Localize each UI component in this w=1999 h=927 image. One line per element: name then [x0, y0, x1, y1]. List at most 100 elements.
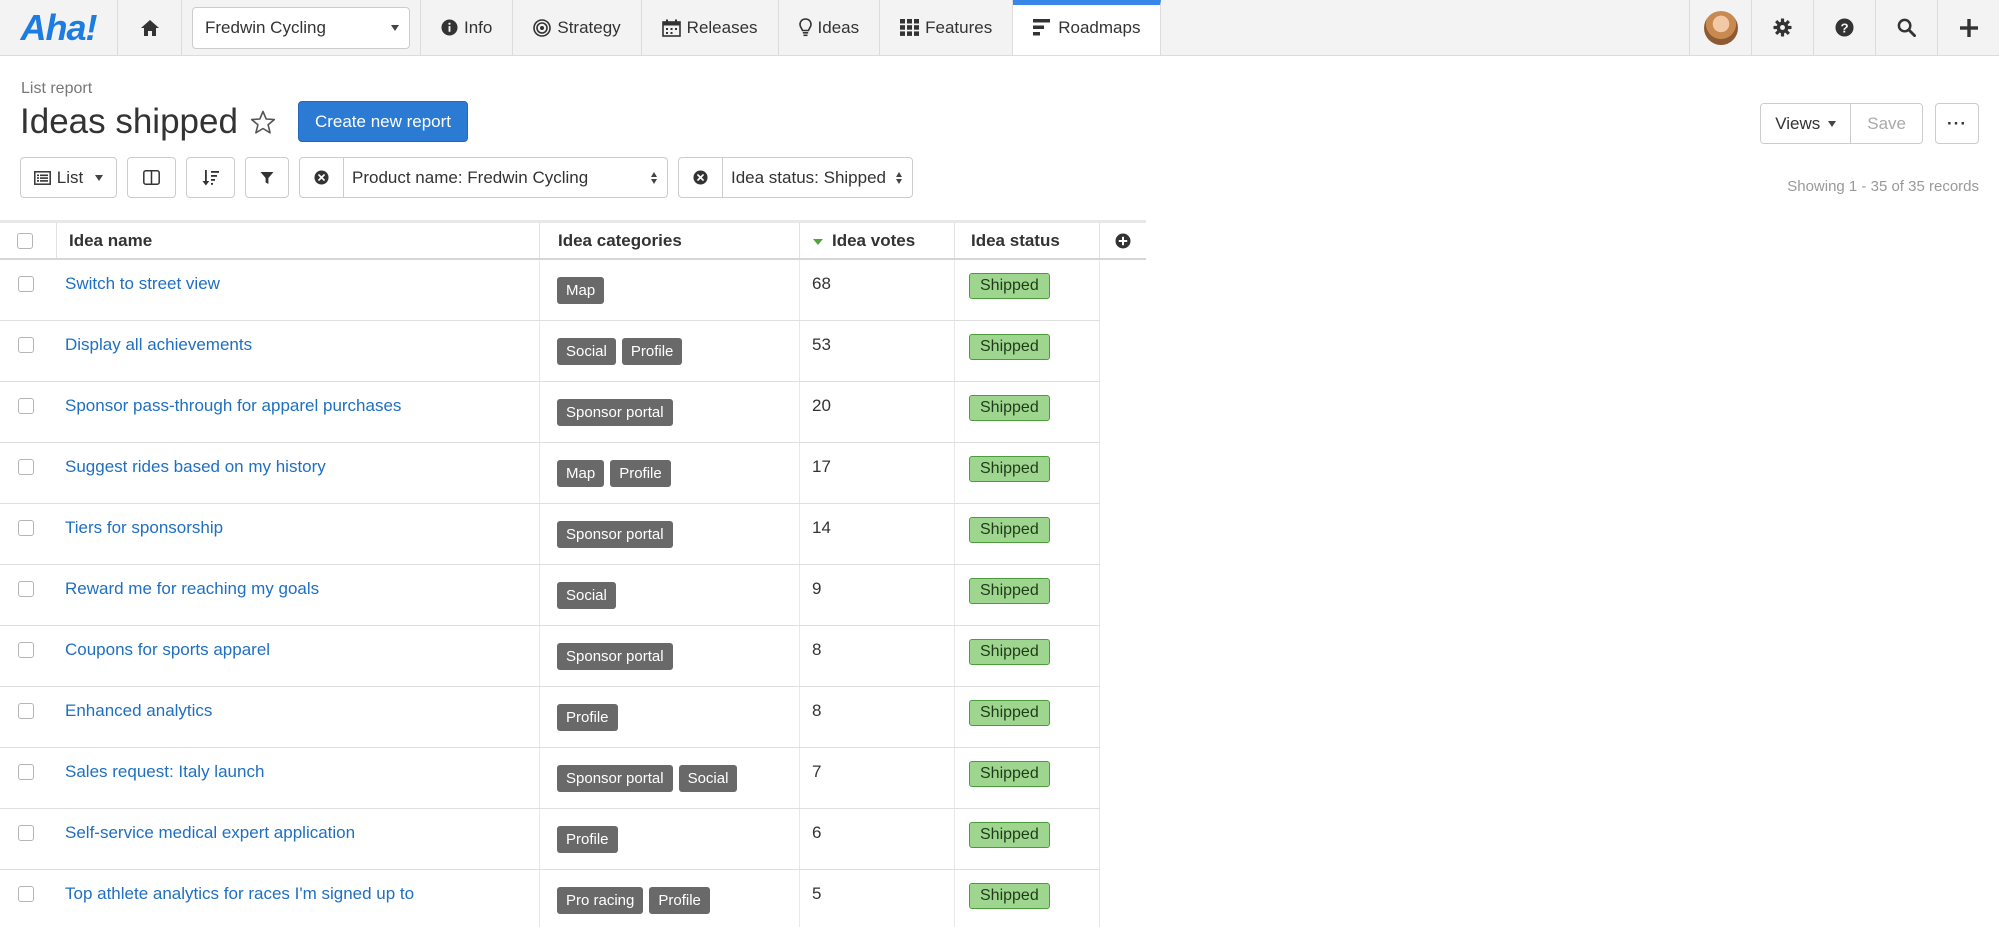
column-header-idea-votes[interactable]: Idea votes: [800, 223, 955, 258]
table-row[interactable]: Sponsor pass-through for apparel purchas…: [0, 382, 1100, 443]
product-filter[interactable]: Product name: Fredwin Cycling: [299, 157, 668, 198]
row-checkbox[interactable]: [17, 825, 34, 841]
views-button[interactable]: Views: [1761, 104, 1852, 143]
search-button[interactable]: [1875, 0, 1937, 55]
idea-status-cell: Shipped: [955, 809, 1100, 869]
votes-value: 8: [812, 640, 822, 659]
row-checkbox[interactable]: [17, 886, 34, 902]
idea-name-link[interactable]: Reward me for reaching my goals: [65, 579, 319, 625]
row-select-cell: [0, 809, 57, 869]
table-row[interactable]: Enhanced analytics Profile 8 Shipped: [0, 687, 1100, 748]
category-tag: Social: [678, 765, 738, 792]
idea-name-cell: Suggest rides based on my history: [57, 443, 540, 503]
table-row[interactable]: Reward me for reaching my goals Social 9 Sh…: [0, 565, 1100, 626]
table-row[interactable]: Tiers for sponsorship Sponsor portal 14 Shi…: [0, 504, 1100, 565]
add-button[interactable]: [1937, 0, 1999, 55]
sort-button[interactable]: [186, 157, 235, 198]
idea-name-link[interactable]: Tiers for sponsorship: [65, 518, 223, 564]
status-filter-select[interactable]: Idea status: Shipped: [723, 158, 912, 197]
table-row[interactable]: Self-service medical expert application P…: [0, 809, 1100, 870]
category-tag: Social: [557, 338, 616, 365]
workspace-select[interactable]: Fredwin Cycling: [192, 6, 410, 49]
more-options-button[interactable]: ···: [1935, 103, 1979, 144]
filter-button[interactable]: [245, 157, 289, 198]
tab-features[interactable]: Features: [880, 0, 1014, 55]
idea-votes-cell: 6: [800, 809, 955, 869]
idea-name-link[interactable]: Sponsor pass-through for apparel purchas…: [65, 396, 401, 442]
idea-name-link[interactable]: Self-service medical expert application: [65, 823, 355, 869]
tab-strategy[interactable]: Strategy: [513, 0, 642, 55]
idea-name-link[interactable]: Display all achievements: [65, 335, 252, 381]
votes-value: 53: [812, 335, 831, 354]
chevron-down-icon: [391, 24, 399, 31]
idea-votes-cell: 5: [800, 870, 955, 927]
column-header-idea-name[interactable]: Idea name: [57, 223, 540, 258]
select-all-cell: [0, 223, 57, 258]
row-checkbox[interactable]: [17, 337, 34, 353]
row-checkbox[interactable]: [17, 398, 34, 414]
save-button[interactable]: Save: [1851, 104, 1922, 143]
status-badge: Shipped: [969, 273, 1050, 299]
idea-name-cell: Sponsor pass-through for apparel purchas…: [57, 382, 540, 442]
add-column-button[interactable]: [1100, 223, 1146, 258]
workspace-selector-container: Fredwin Cycling: [182, 0, 421, 55]
remove-filter-button[interactable]: [679, 158, 723, 197]
row-checkbox[interactable]: [17, 703, 34, 719]
columns-button[interactable]: [127, 157, 176, 198]
tab-ideas[interactable]: Ideas: [779, 0, 881, 55]
star-icon[interactable]: [250, 110, 276, 135]
remove-filter-button[interactable]: [300, 158, 344, 197]
row-checkbox[interactable]: [17, 459, 34, 475]
select-all-checkbox[interactable]: [17, 232, 33, 249]
chevron-down-icon: [95, 174, 104, 181]
table-row[interactable]: Switch to street view Map 68 Shipped: [0, 260, 1100, 321]
ideas-table: Idea name Idea categories Idea votes Ide…: [0, 220, 1146, 927]
create-new-report-button[interactable]: Create new report: [297, 101, 469, 142]
idea-name-link[interactable]: Enhanced analytics: [65, 701, 212, 747]
idea-status-cell: Shipped: [955, 260, 1100, 320]
row-checkbox[interactable]: [17, 276, 34, 292]
settings-button[interactable]: [1751, 0, 1813, 55]
idea-name-link[interactable]: Top athlete analytics for races I'm sign…: [65, 884, 414, 927]
idea-name-link[interactable]: Sales request: Italy launch: [65, 762, 264, 808]
close-circle-icon: [693, 170, 708, 185]
help-button[interactable]: ?: [1813, 0, 1875, 55]
table-row[interactable]: Sales request: Italy launch Sponsor porta…: [0, 748, 1100, 809]
idea-name-cell: Coupons for sports apparel: [57, 626, 540, 686]
row-checkbox[interactable]: [17, 520, 34, 536]
list-icon: [33, 170, 51, 185]
tab-info[interactable]: Info: [421, 0, 514, 55]
tab-releases[interactable]: Releases: [642, 0, 779, 55]
idea-name-link[interactable]: Suggest rides based on my history: [65, 457, 326, 503]
tab-roadmaps[interactable]: Roadmaps: [1013, 0, 1162, 55]
idea-votes-cell: 53: [800, 321, 955, 381]
column-header-idea-categories[interactable]: Idea categories: [540, 223, 800, 258]
idea-name-link[interactable]: Switch to street view: [65, 274, 220, 320]
user-menu[interactable]: [1689, 0, 1751, 55]
idea-status-cell: Shipped: [955, 870, 1100, 927]
funnel-icon: [260, 171, 274, 184]
table-row[interactable]: Top athlete analytics for races I'm sign…: [0, 870, 1100, 927]
home-icon: [140, 19, 159, 36]
idea-name-link[interactable]: Coupons for sports apparel: [65, 640, 270, 686]
table-row[interactable]: Suggest rides based on my history Map Prof…: [0, 443, 1100, 504]
title-row: Ideas shipped Create new report: [20, 101, 469, 142]
product-filter-select[interactable]: Product name: Fredwin Cycling: [344, 158, 667, 197]
row-checkbox[interactable]: [17, 581, 34, 597]
table-body: Switch to street view Map 68 Shipped Display…: [0, 260, 1146, 927]
status-badge: Shipped: [969, 334, 1050, 360]
table-row[interactable]: Coupons for sports apparel Sponsor portal…: [0, 626, 1100, 687]
table-row[interactable]: Display all achievements Social Profile 53 S…: [0, 321, 1100, 382]
home-button[interactable]: [118, 0, 182, 55]
view-type-button[interactable]: List: [20, 157, 117, 198]
row-checkbox[interactable]: [17, 642, 34, 658]
column-header-idea-status[interactable]: Idea status: [955, 223, 1100, 258]
status-badge: Shipped: [969, 822, 1050, 848]
status-filter[interactable]: Idea status: Shipped: [678, 157, 913, 198]
report-toolbar: List Product name: Fredwin Cycling Idea …: [20, 157, 913, 198]
aha-logo[interactable]: Aha!: [0, 0, 118, 55]
views-label: Views: [1775, 113, 1821, 133]
row-select-cell: [0, 260, 57, 320]
row-checkbox[interactable]: [17, 764, 34, 780]
category-tag: Social: [557, 582, 616, 609]
